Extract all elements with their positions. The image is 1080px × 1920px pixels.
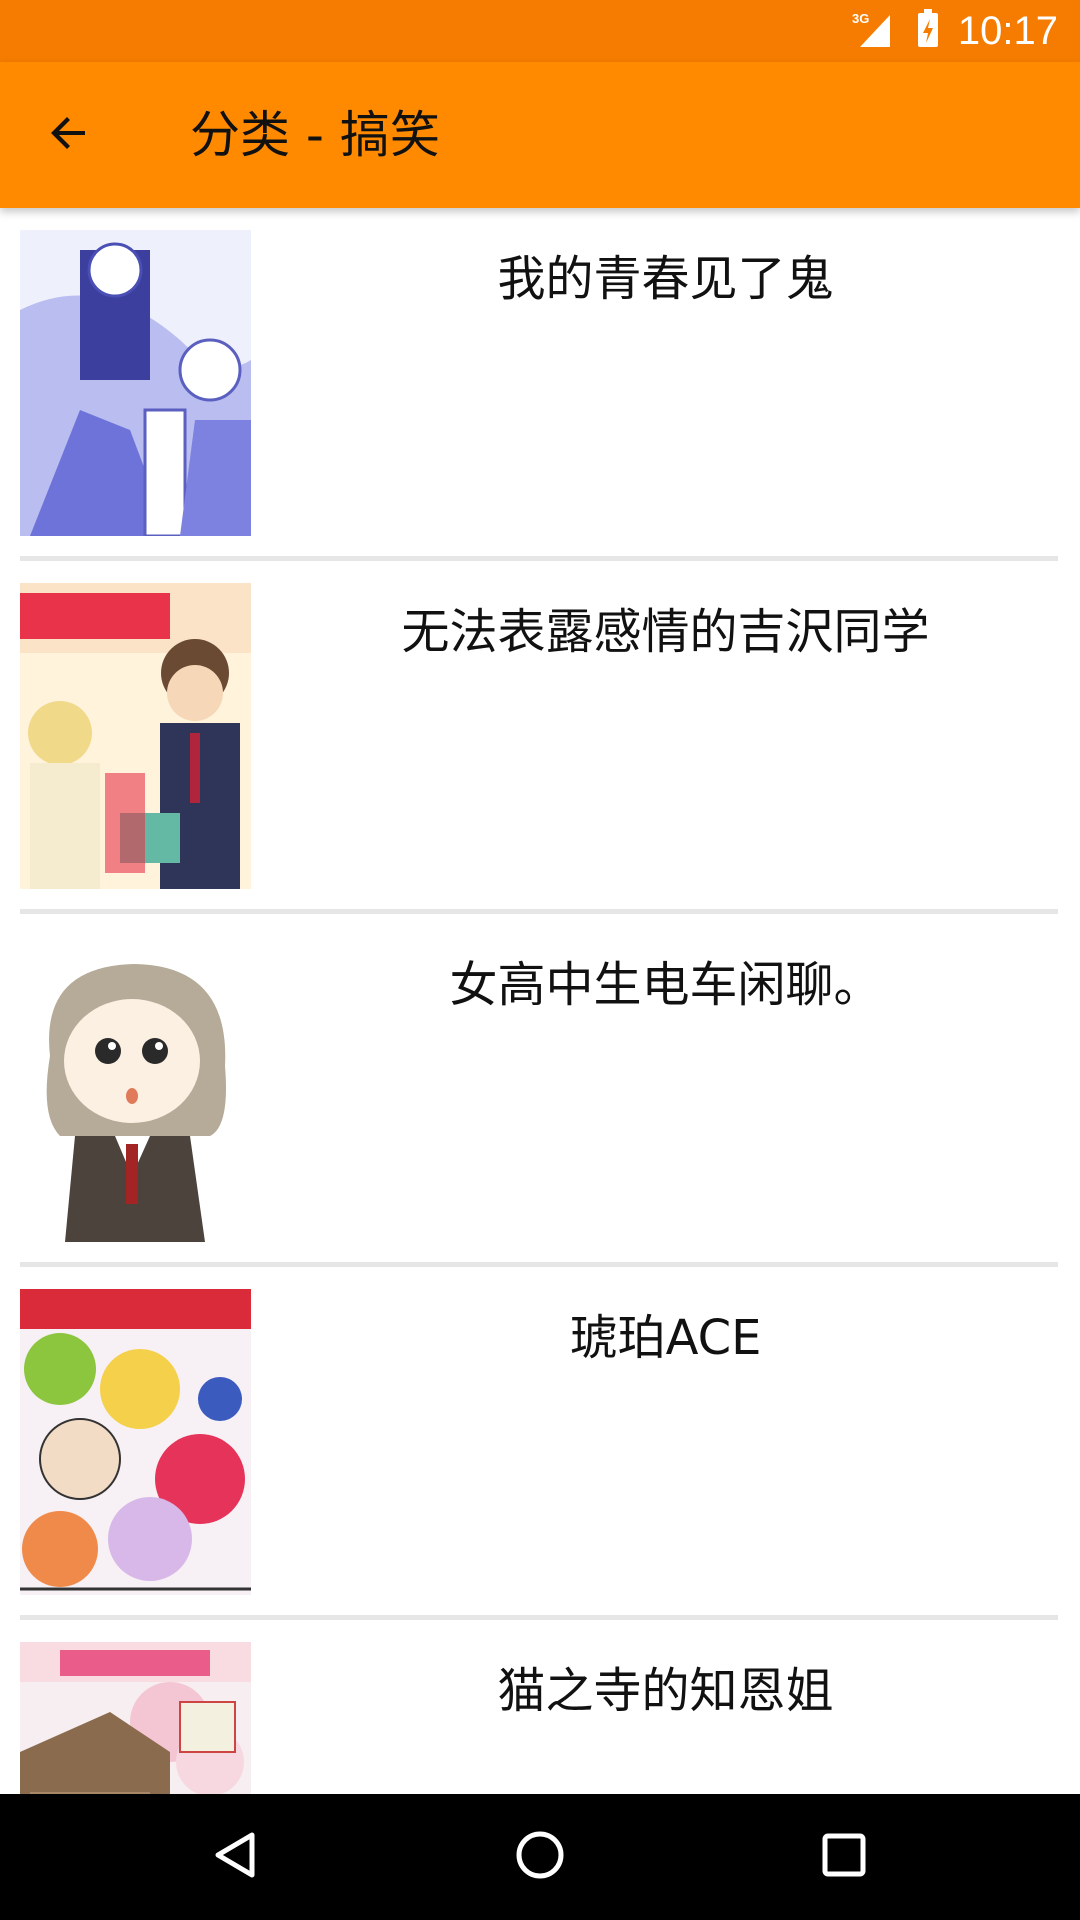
cover-image: [20, 583, 251, 889]
signal-icon: 3G: [850, 9, 898, 53]
status-bar: 3G 10:17: [0, 0, 1080, 62]
comic-title: 琥珀ACE: [569, 1310, 762, 1366]
nav-back-icon: [208, 1827, 264, 1887]
screen: 3G 10:17 分类 - 搞笑 我的青春见了鬼 无法表露感情的吉沢同学 女高中…: [0, 0, 1080, 1920]
comic-title: 女高中生电车闲聊。: [449, 957, 882, 1013]
list-item[interactable]: 猫之寺的知恩姐: [0, 1620, 1080, 1794]
comic-title: 我的青春见了鬼: [497, 251, 834, 307]
battery-icon: [916, 9, 940, 53]
clock: 10:17: [957, 9, 1058, 53]
app-bar: 分类 - 搞笑: [0, 62, 1080, 208]
back-button[interactable]: [36, 102, 102, 168]
list-item[interactable]: 我的青春见了鬼: [0, 208, 1080, 561]
comic-list: 我的青春见了鬼 无法表露感情的吉沢同学 女高中生电车闲聊。 琥珀ACE 猫之寺的…: [0, 208, 1080, 1794]
nav-recents-icon: [816, 1827, 872, 1887]
cover-image: [20, 1289, 251, 1595]
cover-image: [20, 1642, 251, 1794]
list-item[interactable]: 琥珀ACE: [0, 1267, 1080, 1620]
cover-image: [20, 936, 251, 1242]
network-type-label: 3G: [852, 11, 869, 26]
arrow-back-icon: [45, 109, 93, 161]
navigation-bar: [0, 1794, 1080, 1920]
nav-home-icon: [512, 1827, 568, 1887]
status-icons: 3G 10:17: [850, 0, 1058, 62]
list-item[interactable]: 女高中生电车闲聊。: [0, 914, 1080, 1267]
cover-image: [20, 230, 251, 536]
nav-home-button[interactable]: [500, 1817, 580, 1897]
comic-title: 猫之寺的知恩姐: [497, 1663, 834, 1719]
comic-title: 无法表露感情的吉沢同学: [401, 604, 930, 660]
nav-recents-button[interactable]: [804, 1817, 884, 1897]
page-title: 分类 - 搞笑: [190, 106, 440, 164]
list-item[interactable]: 无法表露感情的吉沢同学: [0, 561, 1080, 914]
nav-back-button[interactable]: [196, 1817, 276, 1897]
